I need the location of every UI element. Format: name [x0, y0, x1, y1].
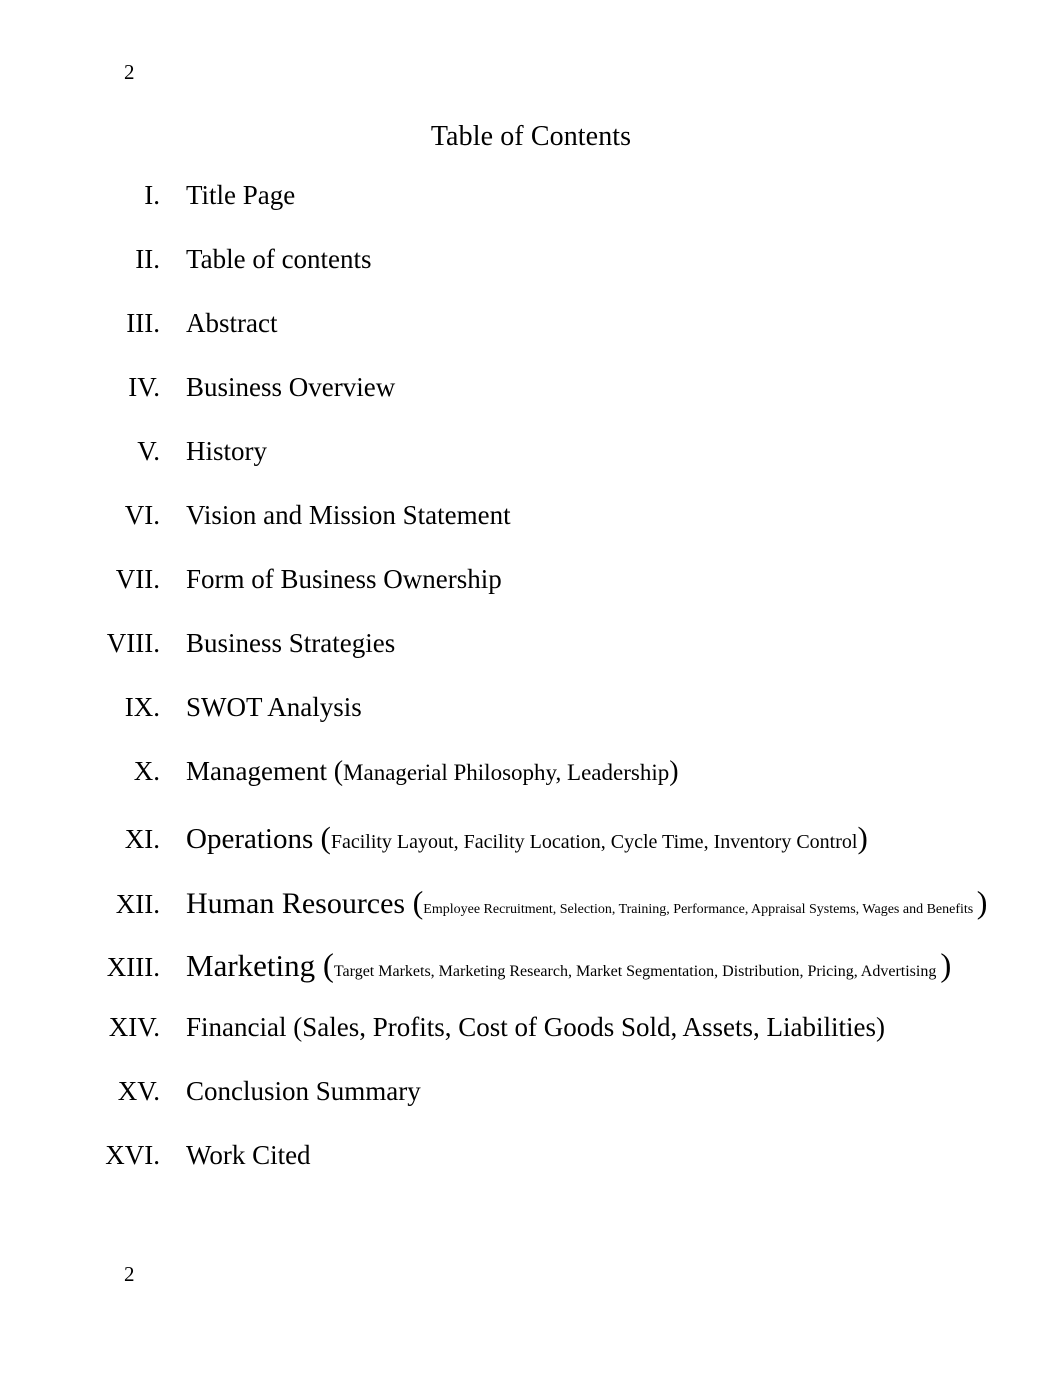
toc-entry-detail: Sales, Profits, Cost of Goods Sold, Asse…: [302, 1012, 877, 1042]
toc-entry-title: Business Strategies: [186, 628, 396, 658]
toc-entry-numeral: XIII.: [106, 952, 160, 982]
toc-entry-label: Vision and Mission Statement: [160, 502, 1062, 529]
toc-entry-title: Financial: [186, 1012, 294, 1042]
toc-entry[interactable]: XII. Human Resources (Employee Recruitmen…: [0, 886, 1062, 950]
toc-entry-numeral: VII.: [115, 564, 160, 594]
toc-entry-numeral: X.: [133, 756, 160, 786]
toc-entry[interactable]: VIII. Business Strategies: [0, 630, 1062, 694]
document-page: 2 Table of Contents I. Title Page II. Table…: [0, 0, 1062, 1376]
toc-entry-title: SWOT Analysis: [186, 692, 362, 722]
toc-entry[interactable]: X. Management (Managerial Philosophy, Lea…: [0, 758, 1062, 822]
toc-entry-label: Abstract: [160, 310, 1062, 337]
toc-entry[interactable]: IX. SWOT Analysis: [0, 694, 1062, 758]
toc-entry[interactable]: IV. Business Overview: [0, 374, 1062, 438]
toc-entry-numeral: IV.: [128, 372, 160, 402]
toc-entry[interactable]: I. Title Page: [0, 182, 1062, 246]
toc-entry-label: Form of Business Ownership: [160, 566, 1062, 593]
toc-entry-detail: Managerial Philosophy, Leadership: [343, 760, 670, 785]
toc-entry-title: Work Cited: [186, 1140, 311, 1170]
toc-entry-paren-close: ): [857, 820, 868, 855]
toc-entry-title: Marketing: [186, 948, 323, 983]
toc-entry-paren-open: (: [320, 820, 331, 855]
toc-entry-label: Conclusion Summary: [160, 1078, 1062, 1105]
toc-entry-title: Vision and Mission Statement: [186, 500, 511, 530]
toc-entry-title: History: [186, 436, 267, 466]
toc-entry-title: Management: [186, 756, 334, 786]
toc-entry-label: Work Cited: [160, 1142, 1062, 1169]
toc-entry-numeral: IX.: [124, 692, 160, 722]
toc-entry-label: Management (Managerial Philosophy, Leade…: [160, 758, 1062, 786]
toc-entry-numeral: II.: [135, 244, 160, 274]
toc-entry[interactable]: VII. Form of Business Ownership: [0, 566, 1062, 630]
toc-entry-title: Abstract: [186, 308, 278, 338]
toc-entry[interactable]: II. Table of contents: [0, 246, 1062, 310]
toc-entry-label: Operations (Facility Layout, Facility Lo…: [160, 822, 1062, 854]
toc-entry-paren-close: ): [876, 1012, 886, 1042]
toc-entry-paren-close: ): [669, 756, 679, 787]
toc-entry-label: Human Resources (Employee Recruitment, S…: [160, 886, 1062, 919]
toc-entry-title: Operations: [186, 823, 321, 855]
toc-entry-paren-open: (: [293, 1012, 303, 1042]
toc-entry-label: History: [160, 438, 1062, 465]
toc-entry-numeral: XV.: [117, 1076, 160, 1106]
toc-entry-label: Marketing (Target Markets, Marketing Res…: [160, 950, 1062, 983]
toc-entry-detail: Target Markets, Marketing Research, Mark…: [333, 963, 941, 980]
page-title: Table of Contents: [430, 121, 632, 152]
toc-entry-paren-open: (: [322, 948, 334, 984]
toc-entry-paren-open: (: [412, 884, 424, 920]
toc-entry[interactable]: XI. Operations (Facility Layout, Facility…: [0, 822, 1062, 886]
toc-entry[interactable]: VI. Vision and Mission Statement: [0, 502, 1062, 566]
toc-entry-detail: Facility Layout, Facility Location, Cycl…: [330, 831, 858, 853]
toc-entry[interactable]: III. Abstract: [0, 310, 1062, 374]
toc-entry[interactable]: V. History: [0, 438, 1062, 502]
toc-entry-title: Human Resources: [186, 887, 413, 920]
toc-entry-paren-close: ): [976, 884, 988, 920]
toc-entry-numeral: XII.: [115, 889, 160, 919]
toc-entry-numeral: V.: [137, 436, 160, 466]
toc-entry-numeral: I.: [144, 180, 160, 210]
toc-entry-numeral: XIV.: [108, 1012, 160, 1042]
toc-entry-numeral: VIII.: [106, 628, 160, 658]
toc-entry-numeral: III.: [126, 308, 160, 338]
toc-entry-label: Title Page: [160, 182, 1062, 209]
toc-entry[interactable]: XIII. Marketing (Target Markets, Marketin…: [0, 950, 1062, 1014]
toc-entry[interactable]: XVI. Work Cited: [0, 1142, 1062, 1206]
toc-entry-title: Table of contents: [186, 244, 372, 274]
toc-entry[interactable]: XIV. Financial (Sales, Profits, Cost of G…: [0, 1014, 1062, 1078]
toc-entry-label: SWOT Analysis: [160, 694, 1062, 721]
toc-entry-paren-open: (: [333, 756, 344, 787]
toc-entry-title: Title Page: [186, 180, 296, 210]
toc-entry-numeral: XI.: [124, 824, 160, 854]
table-of-contents-list: I. Title Page II. Table of contents III. Abst…: [0, 182, 1062, 1206]
toc-entry-title: Form of Business Ownership: [186, 564, 502, 594]
toc-entry-numeral: VI.: [124, 500, 160, 530]
header-page-number: 2: [124, 60, 135, 84]
toc-entry-paren-close: ): [940, 948, 952, 984]
toc-entry-detail: Employee Recruitment, Selection, Trainin…: [423, 902, 977, 917]
toc-entry-label: Business Strategies: [160, 630, 1062, 657]
footer-page-number: 2: [124, 1262, 135, 1286]
toc-entry-title: Business Overview: [186, 372, 396, 402]
toc-entry-title: Conclusion Summary: [186, 1076, 421, 1106]
toc-entry-label: Business Overview: [160, 374, 1062, 401]
toc-entry-numeral: XVI.: [105, 1140, 160, 1170]
toc-entry-label: Financial (Sales, Profits, Cost of Goods…: [160, 1014, 1062, 1041]
toc-entry[interactable]: XV. Conclusion Summary: [0, 1078, 1062, 1142]
toc-entry-label: Table of contents: [160, 246, 1062, 273]
